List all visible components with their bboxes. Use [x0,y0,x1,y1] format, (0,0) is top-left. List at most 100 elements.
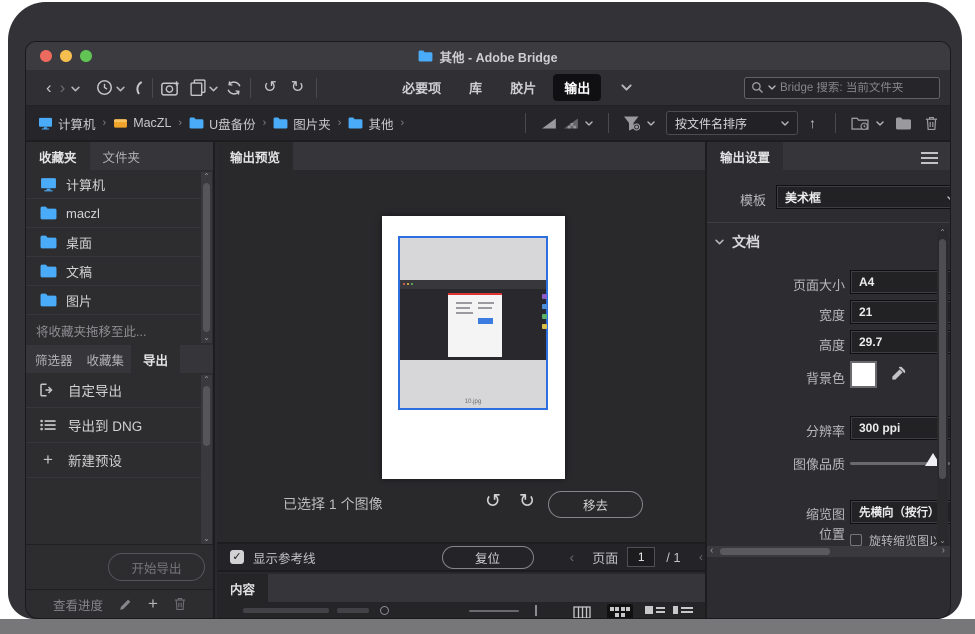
view-grid-lines-icon[interactable] [572,606,592,618]
recent-folder-chevron-icon[interactable] [876,121,884,126]
favorite-item-desktop[interactable]: 桌面 [26,228,201,257]
tab-export[interactable]: 导出 [131,345,180,373]
panel-collapse-icon[interactable]: ‹ [699,550,703,564]
width-input[interactable]: 21 [850,300,950,324]
bg-color-swatch[interactable] [850,361,877,388]
recent-chevron-icon[interactable] [116,86,125,92]
breadcrumb-pictures-folder[interactable]: 图片夹 [273,114,331,133]
nav-menu-chevron-icon[interactable] [71,86,80,92]
eyedropper-icon[interactable] [890,366,906,382]
thumbnail-size-slider-track[interactable] [469,610,519,612]
scroll-up-icon[interactable]: ⌃ [937,228,948,238]
tab-folders[interactable]: 文件夹 [90,142,154,170]
scroll-up-icon[interactable]: ⌃ [201,375,212,385]
back-icon[interactable]: ‹ [42,79,56,96]
workspace-chevron-icon[interactable] [621,84,632,91]
rotate-thumbs-row[interactable]: 旋转缩览图以 [850,534,941,546]
boomerang-icon[interactable] [133,80,144,96]
delete-icon[interactable] [925,116,938,131]
height-input[interactable]: 29.7 [850,330,950,354]
thumbnail-quality-icon[interactable] [541,118,556,129]
search-icon[interactable] [751,81,764,94]
view-thumbnails-button[interactable] [607,604,633,618]
document-section-header[interactable]: 文档 [715,232,760,252]
page-number-input[interactable] [627,547,655,567]
new-folder-icon[interactable] [895,117,912,130]
page-size-dropdown[interactable]: A4 [850,270,950,294]
output-scrollbar[interactable]: ⌃ ⌄ [937,228,948,546]
breadcrumb-usb-backup[interactable]: U盘备份 [189,114,256,133]
sort-direction-icon[interactable]: ↑ [805,116,820,130]
sync-icon[interactable] [226,80,242,96]
preview-quality-icon[interactable] [563,118,578,129]
view-list-button[interactable] [673,606,693,616]
start-export-button[interactable]: 开始导出 [108,553,205,581]
scroll-right-icon[interactable]: › [942,545,945,556]
tab-content[interactable]: 内容 [217,574,268,602]
forward-icon[interactable]: › [56,79,70,96]
tab-output-settings[interactable]: 输出设置 [707,142,783,170]
scroll-down-icon[interactable]: ⌄ [201,534,212,544]
view-details-button[interactable] [645,606,665,616]
scroll-down-icon[interactable]: ⌄ [201,333,212,343]
recent-folder-icon[interactable] [851,116,869,130]
favorite-item-maczl[interactable]: maczl [26,199,201,228]
edit-pencil-icon[interactable] [119,598,132,611]
h-scrollbar-thumb[interactable] [720,548,830,555]
export-scrollbar[interactable]: ⌃ ⌄ [201,375,212,544]
export-item-custom[interactable]: 自定导出 [26,373,201,408]
reset-button[interactable]: 复位 [442,546,534,569]
titlebar[interactable]: 其他 - Adobe Bridge [26,42,950,70]
preview-page[interactable]: 10.jpg [382,216,565,479]
quality-chevron-icon[interactable] [585,121,593,126]
recent-history-icon[interactable] [96,79,113,96]
breadcrumb-maczl[interactable]: MacZL [113,116,171,130]
thumbnail-size-slider-knob[interactable] [380,606,389,615]
tab-favorites[interactable]: 收藏夹 [26,142,90,170]
export-item-dng[interactable]: 导出到 DNG [26,408,201,443]
tab-output-preview[interactable]: 输出预览 [217,142,293,170]
duplicate-chevron-icon[interactable] [209,86,218,92]
view-progress-link[interactable]: 查看进度 [53,595,103,614]
duplicate-pages-icon[interactable] [190,79,206,96]
favorite-item-computer[interactable]: 计算机 [26,170,201,199]
panel-menu-icon[interactable] [921,152,938,164]
scrollbar-thumb[interactable] [203,183,210,332]
sort-dropdown[interactable]: 按文件名排序 [666,111,798,135]
favorite-item-pictures[interactable]: 图片 [26,286,201,315]
preview-image-cell[interactable]: 10.jpg [398,236,548,410]
rotate-right-icon[interactable]: ↻ [519,490,535,513]
rotate-ccw-icon[interactable]: ↺ [259,80,280,96]
rotate-thumbs-checkbox[interactable] [850,534,862,546]
prev-page-icon[interactable]: ‹ [570,549,575,565]
workspace-tab-output[interactable]: 输出 [553,74,601,101]
breadcrumb-other[interactable]: 其他 [348,114,393,133]
delete-preset-icon[interactable] [174,597,186,611]
scrollbar-thumb[interactable] [939,239,946,479]
output-h-scrollbar[interactable]: ‹ › [707,546,950,557]
template-dropdown[interactable]: 美术框 [776,185,950,209]
camera-import-icon[interactable] [161,80,180,96]
rotate-cw-icon[interactable]: ↻ [287,80,308,96]
scrollbar-thumb[interactable] [203,386,210,446]
rotate-left-icon[interactable]: ↺ [485,490,501,513]
workspace-tab-filmstrip[interactable]: 胶片 [499,74,547,101]
workspace-tab-essentials[interactable]: 必要项 [391,74,452,101]
scroll-left-icon[interactable]: ‹ [710,545,713,556]
search-scope-chevron-icon[interactable] [768,85,776,90]
workspace-tab-libraries[interactable]: 库 [458,74,493,101]
thumb-position-dropdown[interactable]: 先横向（按行） [850,500,950,524]
favorite-item-documents[interactable]: 文稿 [26,257,201,286]
tab-collections[interactable]: 收藏集 [80,345,132,373]
filter-icon[interactable] [624,116,640,131]
favorites-scrollbar[interactable]: ⌃ ⌄ [201,172,212,343]
search-box[interactable] [744,77,940,99]
scroll-up-icon[interactable]: ⌃ [201,172,212,182]
filter-chevron-icon[interactable] [647,121,655,126]
add-preset-icon[interactable]: + [148,594,158,614]
search-input[interactable] [780,82,933,94]
export-item-new-preset[interactable]: + 新建预设 [26,443,201,478]
resolution-input[interactable]: 300 ppi [850,416,950,440]
tab-filter[interactable]: 筛选器 [26,345,80,373]
remove-button[interactable]: 移去 [548,491,643,518]
